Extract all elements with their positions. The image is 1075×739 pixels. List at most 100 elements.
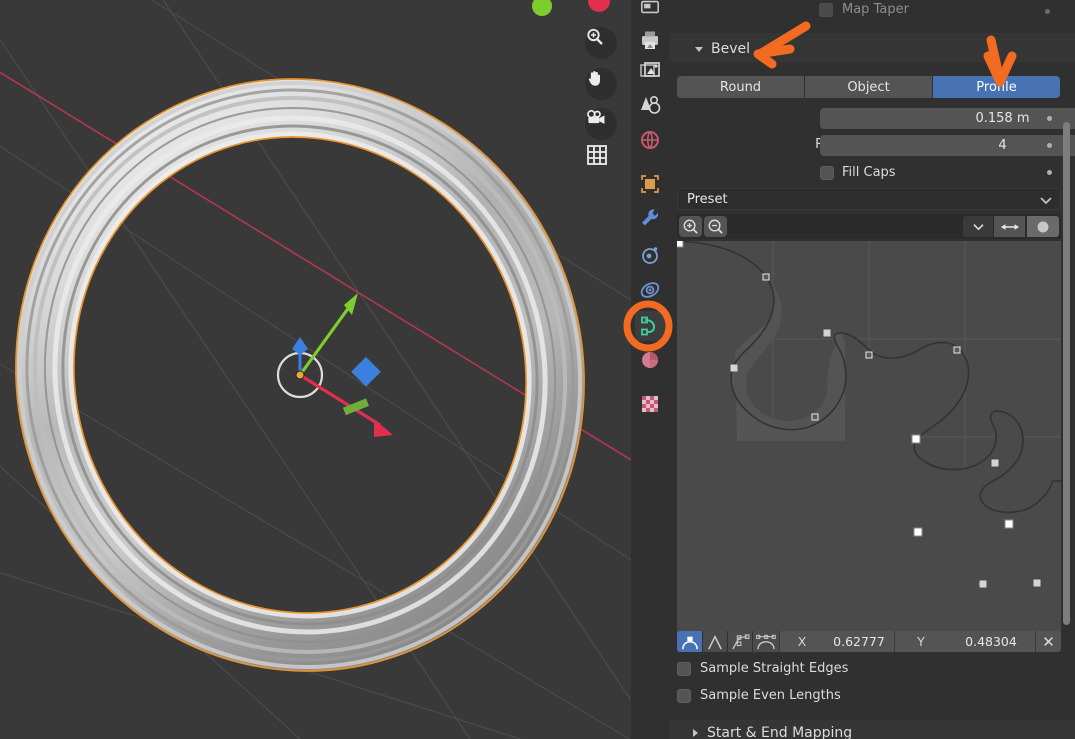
curve-control-point[interactable] <box>1004 519 1014 529</box>
start-end-mapping-header[interactable]: Start & End Mapping <box>693 725 852 739</box>
point-y-cell[interactable]: Y 0.48304 <box>894 631 1035 652</box>
properties-tab-world[interactable] <box>635 125 665 155</box>
toggle-orthographic-icon[interactable] <box>585 143 617 175</box>
bevel-profile-curve-widget[interactable] <box>677 241 1061 633</box>
handle-aligned-button[interactable] <box>752 631 779 652</box>
particles-icon <box>642 247 658 264</box>
sample-straight-edges-checkbox[interactable] <box>677 661 691 676</box>
zoom-icon-glyph <box>587 28 603 45</box>
viewport-canvas <box>0 0 631 739</box>
3d-viewport[interactable] <box>0 0 631 739</box>
curve-control-point[interactable] <box>865 351 873 359</box>
curve-control-point[interactable] <box>730 364 738 372</box>
zoom-out-glyph <box>708 219 723 234</box>
zoom-icon[interactable] <box>585 27 617 59</box>
curve-control-point[interactable] <box>1033 579 1041 587</box>
flip-horizontal-icon[interactable] <box>994 216 1025 237</box>
properties-scrollbar[interactable] <box>1063 122 1070 625</box>
checker-texture-icon <box>642 396 658 412</box>
zoom-in-icon[interactable] <box>679 216 702 237</box>
bevel-header-label: Bevel <box>711 41 751 57</box>
properties-tab-texture[interactable] <box>635 389 665 419</box>
grid-icon-glyph <box>587 145 607 165</box>
curve-point-toolbar[interactable]: X 0.62777 Y 0.48304 ✕ <box>677 631 1061 652</box>
y-axis-ball <box>532 0 552 16</box>
sample-straight-edges-row[interactable]: Sample Straight Edges <box>677 661 848 676</box>
preset-label: Preset <box>687 191 728 207</box>
handle-auto-icon <box>681 636 698 649</box>
handle-vector-button[interactable] <box>702 631 727 652</box>
map-taper-animate-dot[interactable] <box>1045 9 1050 14</box>
properties-tab-rail[interactable] <box>631 0 669 739</box>
properties-tab-modifiers[interactable] <box>635 203 665 233</box>
fill-caps-row[interactable]: Fill Caps <box>820 165 896 180</box>
flip-horizontal-glyph <box>1000 223 1019 230</box>
chevron-down-icon[interactable] <box>695 46 703 52</box>
curve-control-point[interactable] <box>762 273 770 281</box>
bevel-mode-object[interactable]: Object <box>804 76 932 98</box>
profile-curve-canvas[interactable] <box>677 241 1061 633</box>
properties-tab-material[interactable] <box>635 345 665 375</box>
camera-back-icon <box>641 0 659 14</box>
sample-even-lengths-row[interactable]: Sample Even Lengths <box>677 688 841 703</box>
torus-object <box>15 78 585 672</box>
curve-control-point[interactable] <box>953 346 961 354</box>
curve-control-point[interactable] <box>913 527 923 537</box>
depth-animate-dot[interactable] <box>1047 116 1052 121</box>
sample-straight-edges-label: Sample Straight Edges <box>700 661 849 676</box>
curve-widget-toolbar[interactable] <box>677 214 1061 239</box>
chevron-right-icon[interactable] <box>693 729 698 737</box>
physics-orbit-icon <box>640 282 660 298</box>
zoom-in-glyph <box>683 219 698 234</box>
sample-even-lengths-checkbox[interactable] <box>677 688 691 703</box>
cone-sphere-icon <box>641 95 661 114</box>
images-icon <box>640 62 660 77</box>
curve-control-point[interactable] <box>911 434 921 444</box>
properties-tab-output[interactable] <box>635 25 665 55</box>
bevel-mode-profile[interactable]: Profile <box>932 76 1060 98</box>
fill-caps-checkbox[interactable] <box>820 165 834 180</box>
bevel-header[interactable]: Bevel <box>695 41 750 57</box>
curve-control-point[interactable] <box>677 241 684 248</box>
map-taper-checkbox[interactable] <box>819 2 833 17</box>
depth-field[interactable]: 0.158 m <box>820 108 1075 129</box>
handle-free-icon <box>732 633 750 649</box>
camera-icon-glyph <box>587 109 605 124</box>
curve-control-point[interactable] <box>811 413 819 421</box>
curve-tools-dropdown[interactable] <box>963 216 993 237</box>
camera-view-icon[interactable] <box>585 108 617 140</box>
hand-icon-glyph <box>588 71 600 86</box>
curve-control-point[interactable] <box>823 329 831 337</box>
properties-tab-render[interactable] <box>635 0 665 22</box>
map-taper-row[interactable]: Map Taper <box>819 2 909 17</box>
bevel-mode-round[interactable]: Round <box>677 76 804 98</box>
point-y-value: 0.48304 <box>965 634 1017 649</box>
chevron-down-icon <box>972 224 984 231</box>
sample-even-lengths-label: Sample Even Lengths <box>700 688 841 703</box>
delete-point-button[interactable]: ✕ <box>1035 631 1061 652</box>
handle-vector-icon <box>708 634 722 649</box>
handle-auto-button[interactable] <box>677 631 702 652</box>
zoom-out-icon[interactable] <box>704 216 727 237</box>
point-x-cell[interactable]: X 0.62777 <box>779 631 894 652</box>
properties-tab-object-data[interactable] <box>635 311 665 341</box>
curve-control-point[interactable] <box>979 580 987 588</box>
move-gizmo <box>276 293 393 437</box>
properties-tab-particles[interactable] <box>635 240 665 270</box>
handle-free-button[interactable] <box>727 631 752 652</box>
properties-tab-view-layer[interactable] <box>635 56 665 86</box>
fill-caps-animate-dot[interactable] <box>1047 170 1052 175</box>
resolution-animate-dot[interactable] <box>1047 143 1052 148</box>
properties-tab-physics[interactable] <box>635 275 665 305</box>
start-end-mapping-label: Start & End Mapping <box>707 725 853 739</box>
properties-tab-object[interactable] <box>635 169 665 199</box>
preset-chevron-down-icon[interactable] <box>1039 195 1053 205</box>
preset-dropdown[interactable]: Preset <box>677 188 1061 210</box>
properties-tab-scene[interactable] <box>635 90 665 120</box>
hand-pan-icon[interactable] <box>585 68 617 100</box>
resolution-field[interactable]: 4 <box>820 135 1075 156</box>
x-axis-ball <box>588 0 610 12</box>
bevel-mode-tabs[interactable]: Round Object Profile <box>677 76 1060 98</box>
clipping-icon[interactable] <box>1027 216 1059 237</box>
curve-control-point[interactable] <box>991 459 999 467</box>
